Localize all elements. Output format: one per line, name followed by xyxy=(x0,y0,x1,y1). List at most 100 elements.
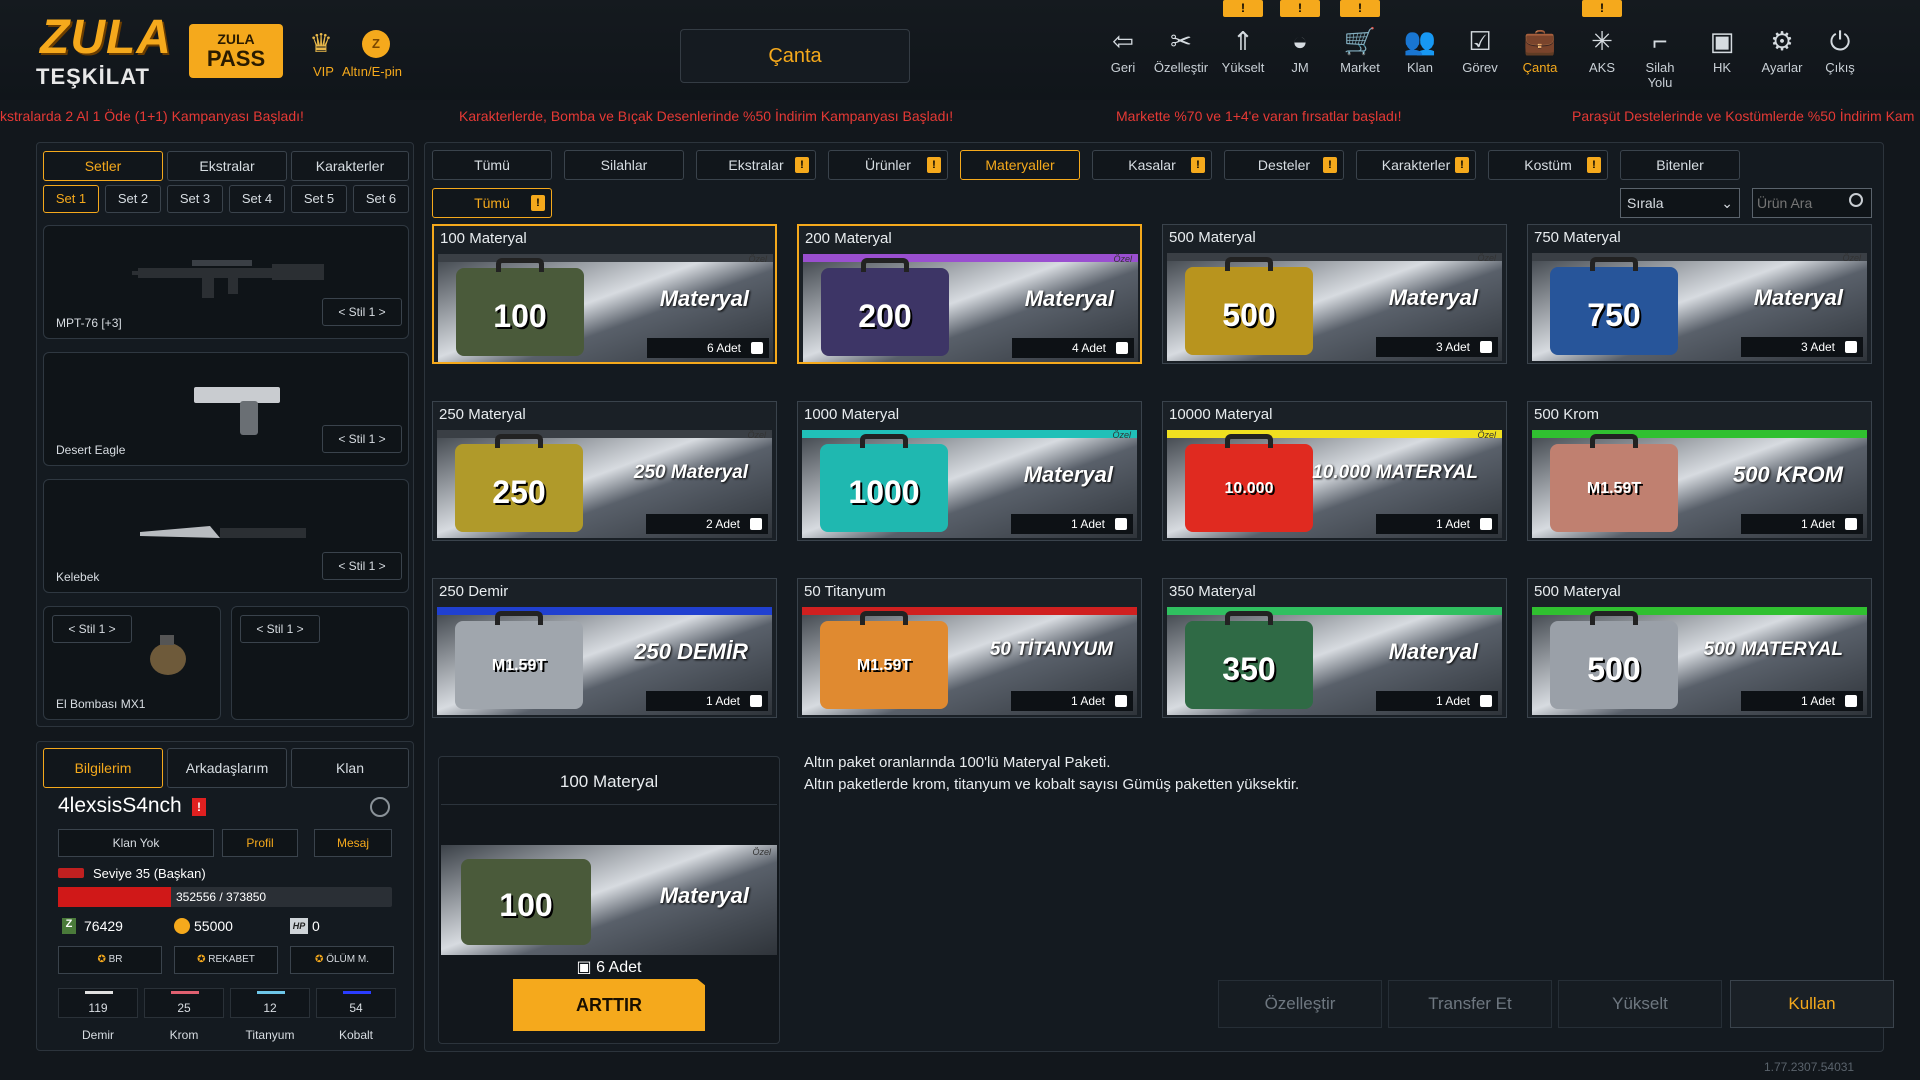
page-title: Çanta xyxy=(680,29,910,83)
nav-tools[interactable]: ✂ Özelleştir xyxy=(1153,24,1209,75)
detail-image: Özel 100 Materyal xyxy=(441,845,777,955)
inventory-item[interactable]: 50 Titanyum M1.59T 50 TİTANYUM 1 Adet xyxy=(797,578,1142,718)
search-icon[interactable] xyxy=(1849,193,1863,207)
category-tab[interactable]: Ürünler! xyxy=(828,150,948,180)
nav-aks[interactable]: ✳ AKS xyxy=(1574,24,1630,75)
grenade-icon xyxy=(150,635,186,675)
nav-power[interactable]: ⏻ Çıkış xyxy=(1812,24,1868,75)
zula-pass-button[interactable]: ZULA PASS xyxy=(189,24,283,78)
category-tab[interactable]: Kasalar! xyxy=(1092,150,1212,180)
item-count-text: 1 Adet xyxy=(1435,694,1470,708)
block-icon[interactable] xyxy=(370,797,390,817)
set-tab[interactable]: Set 2 xyxy=(105,185,161,213)
box-icon: ▣ xyxy=(576,959,597,976)
category-tab[interactable]: Kostüm! xyxy=(1488,150,1608,180)
resource-box: 12 xyxy=(230,988,310,1018)
set-tab[interactable]: Set 1 xyxy=(43,185,99,213)
set-tab[interactable]: Set 5 xyxy=(291,185,347,213)
inventory-item[interactable]: 1000 Materyal Özel 1000 Materyal 1 Adet xyxy=(797,401,1142,541)
category-tab[interactable]: Ekstralar! xyxy=(696,150,816,180)
set-tab[interactable]: Set 6 xyxy=(353,185,409,213)
vip-crown-icon[interactable]: ♛ xyxy=(305,28,337,60)
material-case-icon: M1.59T xyxy=(820,611,948,709)
category-tab[interactable]: Tümü xyxy=(432,150,552,180)
wallet-icon: ▣ xyxy=(1709,26,1735,56)
inventory-item[interactable]: 200 Materyal Özel 200 Materyal 4 Adet xyxy=(797,224,1142,364)
tab-arkadaslarim[interactable]: Arkadaşlarım xyxy=(167,748,287,788)
category-tab[interactable]: Karakterler! xyxy=(1356,150,1476,180)
category-tab[interactable]: Materyaller xyxy=(960,150,1080,180)
item-count: 1 Adet xyxy=(1376,691,1498,711)
mode-rekabet-button[interactable]: ✪ REKABET xyxy=(174,946,278,974)
weapon-slot-grenade[interactable]: < Stil 1 > El Bombası MX1 xyxy=(43,606,221,720)
category-tab[interactable]: Bitenler xyxy=(1620,150,1740,180)
message-button[interactable]: Mesaj xyxy=(314,829,392,857)
mode-br-button[interactable]: ✪ BR xyxy=(58,946,162,974)
nav-bag[interactable]: 💼 Çanta xyxy=(1512,24,1568,75)
weapon-slot-empty[interactable]: < Stil 1 > xyxy=(231,606,409,720)
sort-dropdown[interactable]: Sırala ⌄ xyxy=(1620,188,1740,218)
gold-coin-icon[interactable]: Z xyxy=(362,30,390,58)
box-icon xyxy=(1116,342,1128,354)
inventory-item[interactable]: 350 Materyal 350 Materyal 1 Adet xyxy=(1162,578,1507,718)
item-count-text: 3 Adet xyxy=(1435,340,1470,354)
nav-back[interactable]: ⇦ Geri xyxy=(1095,24,1151,75)
set-tab[interactable]: Set 4 xyxy=(229,185,285,213)
stil-selector[interactable]: < Stil 1 > xyxy=(240,615,320,643)
nav-wallet[interactable]: ▣ HK xyxy=(1694,24,1750,75)
profile-button[interactable]: Profil xyxy=(222,829,298,857)
inventory-item[interactable]: 500 Krom M1.59T 500 KROM 1 Adet xyxy=(1527,401,1872,541)
inventory-item[interactable]: 500 Materyal Özel 500 Materyal 3 Adet xyxy=(1162,224,1507,364)
mode-olum-button[interactable]: ✪ ÖLÜM M. xyxy=(290,946,394,974)
transfer-button[interactable]: Transfer Et xyxy=(1388,980,1552,1028)
nav-task[interactable]: ☑ Görev xyxy=(1452,24,1508,75)
weapon-slot-pistol[interactable]: Desert Eagle < Stil 1 > xyxy=(43,352,409,466)
nav-gun[interactable]: ⌐ Silah Yolu xyxy=(1632,24,1688,90)
weapon-slot-knife[interactable]: Kelebek < Stil 1 > xyxy=(43,479,409,593)
inventory-item[interactable]: 750 Materyal Özel 750 Materyal 3 Adet xyxy=(1527,224,1872,364)
ticker-message: Markette %70 ve 1+4'e varan fırsatlar ba… xyxy=(1116,108,1402,124)
resource-color-bar xyxy=(257,991,285,994)
stil-selector[interactable]: < Stil 1 > xyxy=(322,425,402,453)
tab-klan[interactable]: Klan xyxy=(291,748,409,788)
inventory-item[interactable]: 100 Materyal Özel 100 Materyal 6 Adet xyxy=(432,224,777,364)
customize-button[interactable]: Özelleştir xyxy=(1218,980,1382,1028)
item-image: Özel 1000 Materyal 1 Adet xyxy=(802,430,1137,538)
stil-selector[interactable]: < Stil 1 > xyxy=(322,298,402,326)
set-tab[interactable]: Set 3 xyxy=(167,185,223,213)
tab-setler[interactable]: Setler xyxy=(43,151,163,181)
inventory-item[interactable]: 250 Materyal Özel 250 250 Materyal 2 Ade… xyxy=(432,401,777,541)
weapon-slot-primary[interactable]: MPT-76 [+3] < Stil 1 > xyxy=(43,225,409,339)
inventory-item[interactable]: 10000 Materyal Özel 10.000 10.000 MATERY… xyxy=(1162,401,1507,541)
upgrade-button[interactable]: Yükselt xyxy=(1558,980,1722,1028)
description-line: Altın paket oranlarında 100'lü Materyal … xyxy=(804,754,1111,771)
category-tab[interactable]: Silahlar xyxy=(564,150,684,180)
nav-upgrade[interactable]: ⇑ Yükselt xyxy=(1215,24,1271,75)
item-stripe xyxy=(1532,430,1867,438)
category-alert-icon: ! xyxy=(1587,157,1601,173)
use-button[interactable]: Kullan xyxy=(1730,980,1894,1028)
detail-ozel-label: Özel xyxy=(752,847,771,857)
tab-karakterler[interactable]: Karakterler xyxy=(291,151,409,181)
item-name: 500 Materyal xyxy=(1169,229,1256,246)
item-name: 750 Materyal xyxy=(1534,229,1621,246)
nav-clan[interactable]: 👥 Klan xyxy=(1392,24,1448,75)
stil-selector[interactable]: < Stil 1 > xyxy=(52,615,132,643)
tab-ekstralar[interactable]: Ekstralar xyxy=(167,151,287,181)
inventory-item[interactable]: 250 Demir M1.59T 250 DEMİR 1 Adet xyxy=(432,578,777,718)
tab-bilgilerim[interactable]: Bilgilerim xyxy=(43,748,163,788)
inventory-item[interactable]: 500 Materyal 500 500 MATERYAL 1 Adet xyxy=(1527,578,1872,718)
resource-box: 25 xyxy=(144,988,224,1018)
search-input[interactable] xyxy=(1757,193,1843,213)
category-tab[interactable]: Desteler! xyxy=(1224,150,1344,180)
case-handle xyxy=(1590,611,1638,625)
increase-button[interactable]: ARTTIR xyxy=(513,979,705,1031)
nav-cart[interactable]: 🛒 Market xyxy=(1332,24,1388,75)
item-count-text: 1 Adet xyxy=(1435,517,1470,531)
subfilter-all[interactable]: Tümü! xyxy=(432,188,552,218)
clan-status-button[interactable]: Klan Yok xyxy=(58,829,214,857)
zula-points-icon: Z xyxy=(62,918,76,934)
stil-selector[interactable]: < Stil 1 > xyxy=(322,552,402,580)
nav-gear[interactable]: ⚙ Ayarlar xyxy=(1754,24,1810,75)
nav-jm[interactable]: ◒ JM xyxy=(1272,24,1328,75)
